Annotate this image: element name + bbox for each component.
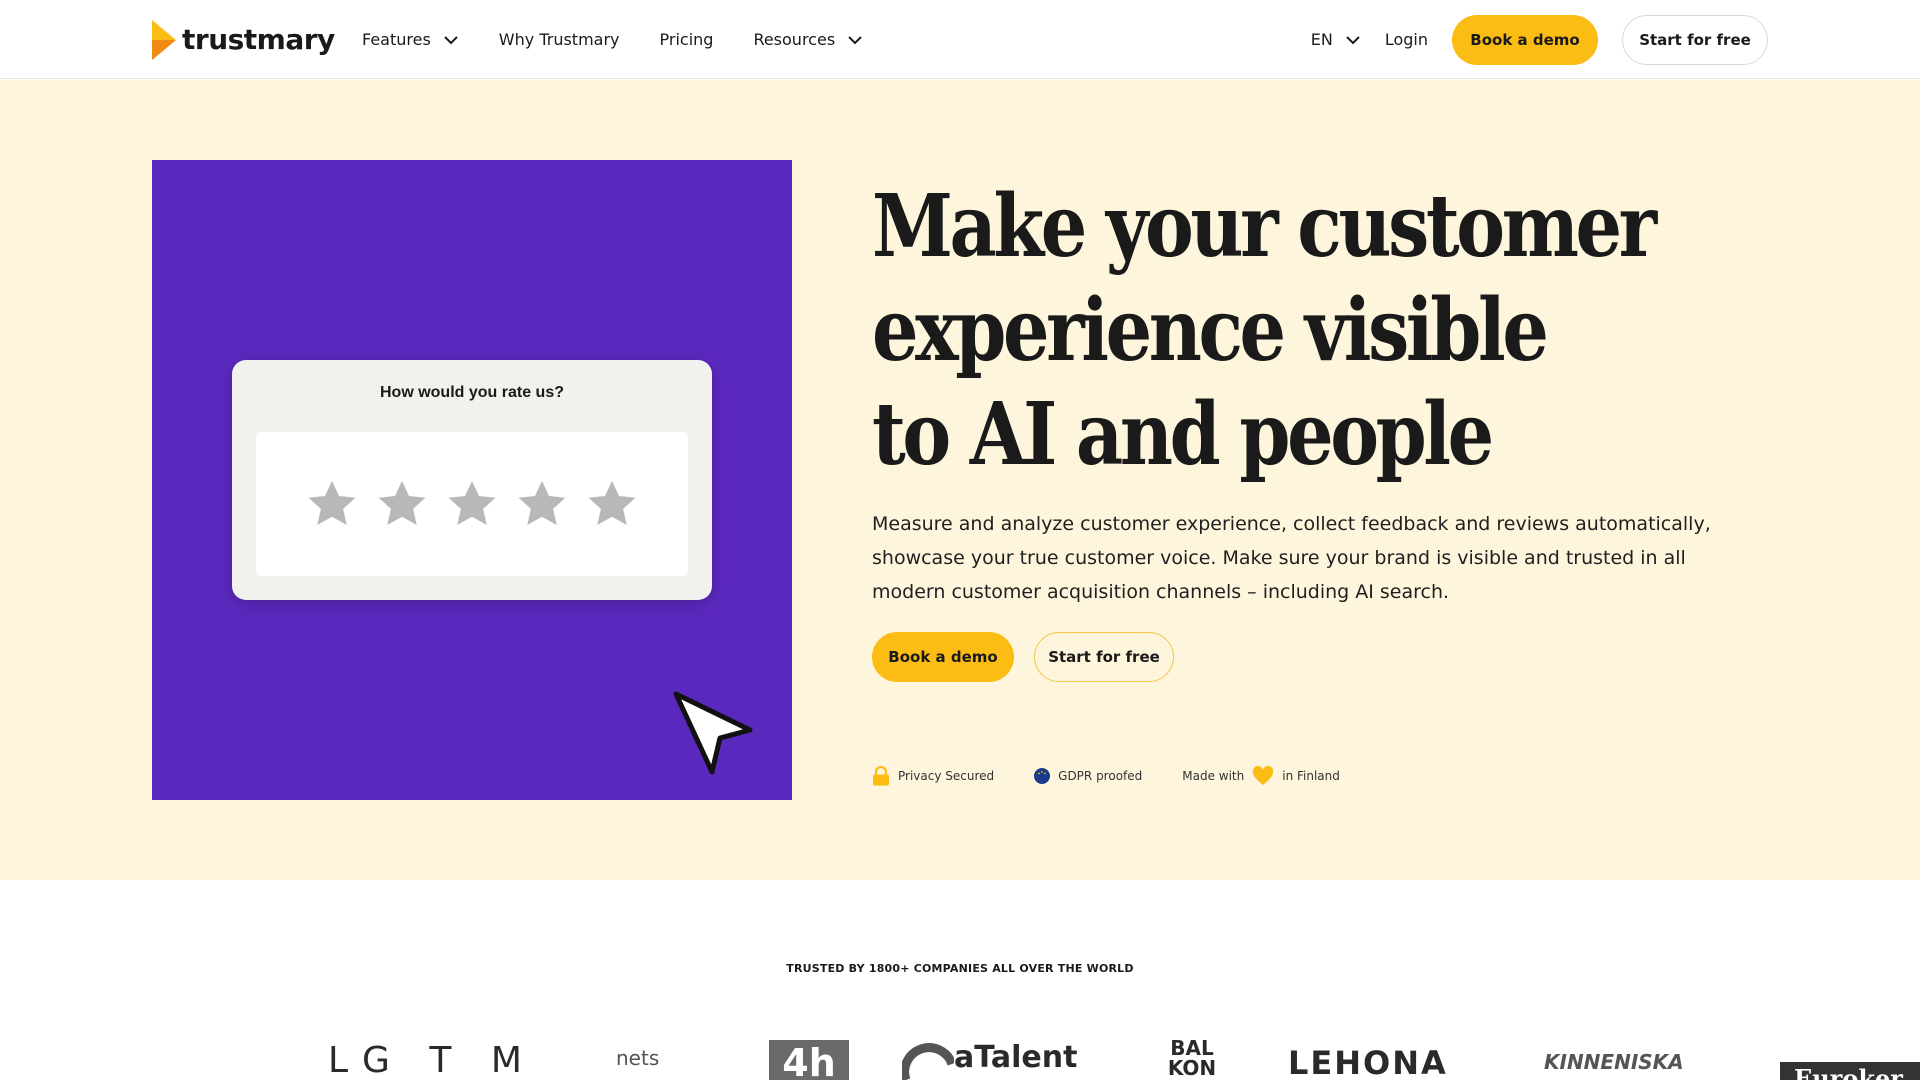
hero-visual: How would you rate us? [152, 160, 792, 800]
client-logo-lgtm: LG T M [328, 1040, 536, 1080]
cursor-pointer-icon [673, 691, 753, 775]
hero-actions: Book a demo Start for free [872, 632, 1174, 682]
nav-why-trustmary-label: Why Trustmary [498, 30, 620, 49]
main-nav: Features Why Trustmary Pricing Resources [362, 0, 903, 79]
chevron-down-icon [848, 35, 862, 44]
logo-mark-icon [152, 20, 176, 60]
header-book-demo-button[interactable]: Book a demo [1452, 14, 1598, 65]
hero-section: How would you rate us? Make your custome… [0, 80, 1920, 880]
gdpr-badge: GDPR proofed [1034, 768, 1142, 784]
client-logo-lehona: LEHONA [1288, 1044, 1448, 1080]
made-in-finland-badge: Made with in Finland [1182, 766, 1340, 786]
hero-description: Measure and analyze customer experience,… [872, 513, 1711, 603]
header-start-free-button[interactable]: Start for free [1622, 14, 1768, 65]
heart-icon [1253, 766, 1274, 785]
trust-badges: Privacy Secured GDPR proofed Made with i… [872, 766, 1380, 786]
star-icon[interactable] [513, 475, 571, 533]
privacy-badge: Privacy Secured [872, 766, 994, 786]
nav-resources-label: Resources [753, 30, 836, 49]
client-logo-atalent: aTalent [902, 1040, 1077, 1080]
nav-features-label: Features [362, 30, 431, 49]
client-logo-kinneniska: KINNENISKA [1544, 1050, 1684, 1074]
trustmary-logo[interactable]: trustmary [152, 20, 335, 60]
hero-title-line: experience visible [872, 280, 1549, 381]
atalent-wordmark: aTalent [954, 1040, 1078, 1075]
client-logo-4h: 4h [769, 1040, 849, 1080]
language-selector[interactable]: EN [1311, 30, 1361, 49]
nav-pricing[interactable]: Pricing [660, 30, 714, 49]
hero-book-demo-button[interactable]: Book a demo [872, 632, 1014, 682]
lock-icon [873, 766, 889, 786]
client-logos-strip: LG T M nets 4h aTalent BAL KON LEHONA KI… [0, 1040, 1920, 1080]
nav-features[interactable]: Features [362, 30, 459, 49]
language-label: EN [1310, 30, 1333, 49]
hero-title-line: Make your customer [872, 176, 1657, 277]
hero-title: Make your customer experience visible to… [872, 175, 1657, 487]
made-with-label: Made with [1182, 769, 1245, 783]
stars-container [256, 432, 688, 576]
logo-wordmark: trustmary [182, 23, 335, 56]
login-link[interactable]: Login [1385, 30, 1428, 49]
hero-start-free-button[interactable]: Start for free [1034, 632, 1174, 682]
nav-resources[interactable]: Resources [753, 30, 863, 49]
privacy-label: Privacy Secured [898, 769, 995, 783]
star-icon[interactable] [303, 475, 361, 533]
rating-question: How would you rate us? [379, 384, 564, 401]
chevron-down-icon [1346, 35, 1360, 44]
rating-widget: How would you rate us? [232, 360, 712, 600]
atalent-mark-icon [902, 1043, 957, 1080]
nav-why-trustmary[interactable]: Why Trustmary [499, 30, 620, 49]
star-icon[interactable] [583, 475, 641, 533]
nav-pricing-label: Pricing [659, 30, 714, 49]
chevron-down-icon [444, 35, 458, 44]
gdpr-label: GDPR proofed [1058, 769, 1143, 783]
client-logo-balkon: BAL KON [1167, 1040, 1217, 1078]
client-logo-euroker: Euroker [1780, 1062, 1920, 1080]
star-icon[interactable] [373, 475, 431, 533]
star-icon[interactable] [443, 475, 501, 533]
in-finland-label: in Finland [1282, 769, 1340, 783]
eu-flag-icon [1034, 768, 1051, 784]
trusted-heading: TRUSTED BY 1800+ COMPANIES ALL OVER THE … [786, 962, 1134, 975]
header-actions: EN Login Book a demo Start for free [1311, 0, 1768, 79]
hero-title-line: to AI and people [872, 384, 1494, 485]
client-logo-nets: nets [616, 1046, 660, 1070]
site-header: trustmary Features Why Trustmary Pricing… [0, 0, 1920, 79]
